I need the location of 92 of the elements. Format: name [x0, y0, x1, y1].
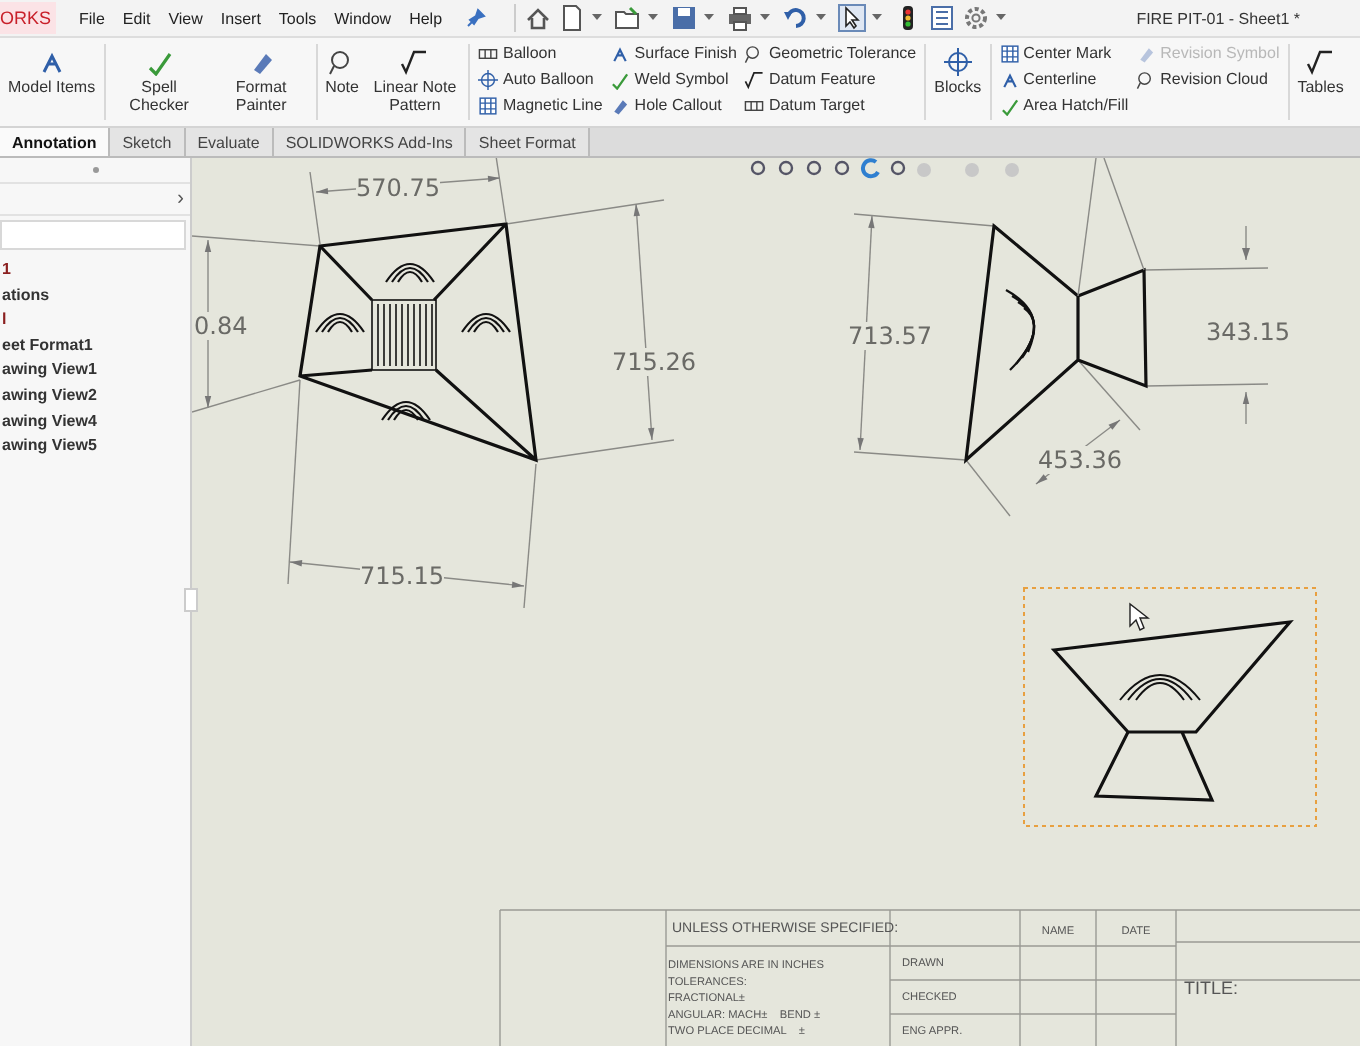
ribbon-button[interactable]: Datum Feature — [740, 66, 921, 92]
dimension-text: 715.15 — [360, 562, 444, 590]
app-logo: ORKS — [0, 2, 56, 34]
grip-icon — [91, 166, 99, 174]
ribbon-button[interactable]: Weld Symbol — [606, 66, 741, 92]
ribbon-button[interactable]: Revision Cloud — [1132, 66, 1284, 92]
save-icon[interactable] — [670, 4, 699, 32]
ribbon-button[interactable]: Geometric Tolerance — [740, 40, 921, 66]
ribbon-button[interactable]: Centerline — [995, 66, 1133, 92]
ribbon-button[interactable]: Spell Checker — [109, 40, 210, 124]
dimension-text: 713.57 — [848, 322, 932, 350]
check-icon — [610, 69, 631, 89]
print-icon[interactable] — [726, 4, 755, 32]
balloon-icon — [744, 43, 765, 63]
crosshair-icon — [943, 48, 972, 76]
view-toolbar-drawing[interactable] — [750, 158, 1019, 179]
settings-icon[interactable] — [962, 4, 991, 32]
frame-icon — [478, 43, 499, 63]
ribbon-button[interactable]: Center Mark — [995, 40, 1133, 66]
menu-item[interactable]: Insert — [220, 9, 261, 27]
caret-icon — [760, 14, 771, 22]
tree-item[interactable]: awing View4 — [0, 409, 190, 435]
tree-item[interactable]: 1 — [0, 258, 190, 284]
brush-icon — [1136, 43, 1157, 63]
check-icon — [999, 95, 1020, 115]
caret-icon — [816, 14, 827, 22]
crosshair-icon — [478, 69, 499, 89]
tab[interactable]: Annotation — [0, 128, 111, 156]
grid-icon — [478, 95, 499, 115]
brush-icon — [610, 95, 631, 115]
symbol-icon — [744, 69, 765, 89]
menu-item[interactable]: Help — [409, 9, 443, 27]
dimension-text: 570.75 — [356, 174, 440, 202]
tree-item[interactable]: awing View2 — [0, 383, 190, 410]
folder-icon[interactable] — [614, 4, 643, 32]
tree-item[interactable]: l — [0, 308, 190, 334]
new-document-icon[interactable] — [558, 4, 587, 32]
annotation-icon — [610, 43, 631, 63]
dimension-text: 453.36 — [1038, 446, 1122, 474]
balloon-icon — [1136, 69, 1157, 89]
grid-icon — [999, 43, 1020, 63]
caret-icon — [872, 14, 883, 22]
symbol-icon — [1306, 48, 1335, 76]
tab[interactable]: Sheet Format — [466, 128, 590, 156]
tab[interactable]: SOLIDWORKS Add-Ins — [273, 128, 467, 156]
tree-item[interactable]: ations — [0, 283, 190, 309]
menu-item[interactable]: View — [168, 9, 203, 27]
ribbon-button[interactable]: Auto Balloon — [474, 66, 607, 92]
ribbon-button[interactable]: Surface Finish — [606, 40, 741, 66]
frame-icon — [744, 95, 765, 115]
ribbon-button[interactable]: Note — [321, 40, 363, 124]
pin-icon[interactable] — [466, 8, 487, 28]
title-label: TITLE: — [1184, 978, 1239, 998]
check-icon — [145, 48, 174, 76]
ribbon-button[interactable]: Magnetic Line — [474, 92, 607, 118]
caret-icon — [648, 14, 659, 22]
ribbon-button[interactable]: Model Items — [4, 40, 100, 124]
tab[interactable]: Sketch — [110, 128, 186, 156]
caret-icon — [704, 14, 715, 22]
select-pointer-icon[interactable] — [838, 4, 867, 32]
menu-item[interactable]: Edit — [122, 9, 151, 27]
tree-item[interactable]: eet Format1 — [0, 333, 190, 359]
dimension-text: 343.15 — [1206, 318, 1290, 346]
ribbon-button[interactable]: Blocks — [930, 40, 986, 124]
ribbon-button[interactable]: Area Hatch/Fill — [995, 92, 1133, 118]
ribbon-button[interactable]: Balloon — [474, 40, 607, 66]
menu-item[interactable]: Tools — [278, 9, 317, 27]
dimension-text: 715.26 — [612, 348, 696, 376]
tree-item[interactable]: awing View5 — [0, 434, 190, 460]
tab[interactable]: Evaluate — [185, 128, 274, 156]
ribbon-button[interactable]: Linear Note Pattern — [364, 40, 465, 124]
ribbon-button[interactable]: Hole Callout — [606, 92, 741, 118]
caret-icon — [996, 14, 1007, 22]
cursor-icon — [1129, 602, 1151, 631]
document-title: FIRE PIT-01 - Sheet1 * — [1136, 9, 1300, 27]
ribbon-button[interactable]: Datum Target — [740, 92, 921, 118]
annotation-icon — [37, 48, 66, 76]
tree-item[interactable]: awing View1 — [0, 358, 190, 384]
ribbon-button[interactable]: Tables — [1293, 40, 1348, 124]
home-icon[interactable] — [524, 4, 553, 32]
properties-icon[interactable] — [928, 4, 957, 32]
undo-icon[interactable] — [782, 4, 811, 32]
symbol-icon — [400, 48, 429, 76]
caret-icon — [592, 14, 603, 22]
menu-item[interactable]: Window — [334, 9, 392, 27]
filter-field[interactable] — [0, 220, 186, 250]
panel-collapse-handle[interactable] — [184, 588, 198, 612]
expand-arrow[interactable]: › — [177, 188, 184, 210]
annotation-icon — [999, 69, 1020, 89]
menu-item[interactable]: File — [79, 9, 105, 27]
dimension-text: 0.84 — [194, 312, 248, 340]
ribbon-button[interactable]: Format Painter — [211, 40, 312, 124]
